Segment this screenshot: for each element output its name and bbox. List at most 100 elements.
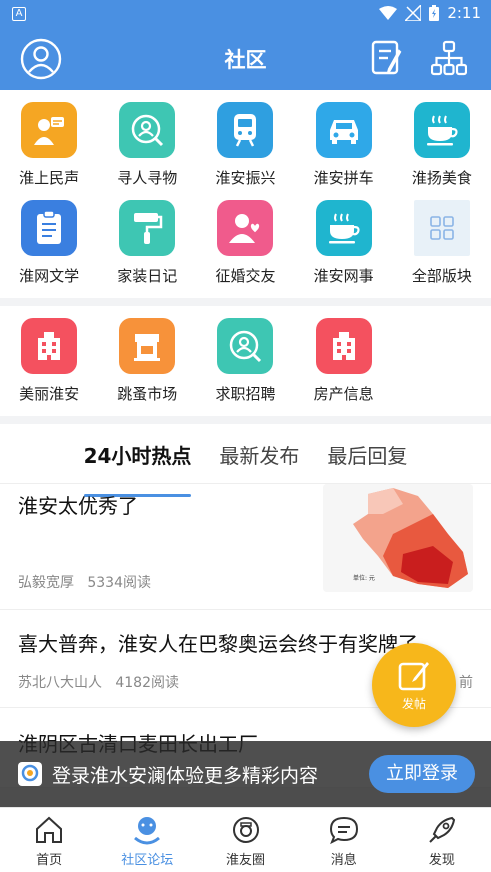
board-label: 淮安振兴 [215,169,276,187]
board-item[interactable]: 寻人寻物 [98,102,196,200]
shop-icon [119,318,176,374]
post-meta: 苏北八大山人 4182阅读 [18,672,179,692]
service-grid: 美丽淮安 跳蚤市场 求职招聘 房产信息 [0,306,491,416]
service-item[interactable]: 房产信息 [295,318,393,416]
login-button[interactable]: 立即登录 [369,755,475,793]
post-item[interactable]: 淮安太优秀了 弘毅宽厚 5334阅读 单位: 元 [0,484,491,610]
clipboard-icon [21,200,78,256]
board-item[interactable]: 家装日记 [98,200,196,298]
board-row-1: 淮上民声 寻人寻物 淮安振兴 淮安拼车 淮扬美食 [0,102,491,200]
compose-icon [398,661,429,690]
board-label: 征婚交友 [215,267,276,285]
service-label: 美丽淮安 [19,385,80,403]
app-notification-icon: A [12,7,26,21]
chat-bubble-icon [329,816,358,845]
service-item[interactable]: 美丽淮安 [0,318,98,416]
board-label: 淮上民声 [19,169,80,187]
nav-label: 社区论坛 [121,853,174,868]
nav-label: 淮友圈 [226,853,266,868]
section-divider [0,298,491,306]
nav-messages[interactable]: 消息 [295,808,393,872]
board-row-2: 淮网文学 家装日记 征婚交友 淮安网事 全部版块 [0,200,491,298]
rocket-icon [429,816,455,843]
status-time: 2:11 [447,4,481,22]
paint-roller-icon [119,200,176,256]
post-reads: 5334阅读 [87,575,151,591]
board-item[interactable]: 淮扬美食 [393,102,491,200]
grid-icon [413,200,470,256]
search-person-icon [119,102,176,158]
board-item[interactable]: 淮上民声 [0,102,98,200]
page-title: 社区 [224,48,267,72]
status-right: 2:11 [379,4,481,22]
feed-tabs: 24小时热点 最新发布 最后回复 [0,424,491,497]
board-item[interactable]: 淮安拼车 [295,102,393,200]
board-item[interactable]: 淮安网事 [295,200,393,298]
train-icon [217,102,274,158]
login-banner: 登录淮水安澜体验更多精彩内容 立即登录 [0,741,491,807]
section-divider [0,416,491,424]
post-thumbnail: 单位: 元 [323,484,473,592]
tab-latest[interactable]: 最新发布 [219,440,299,483]
post-time: 前 [459,675,473,691]
login-prompt-text: 登录淮水安澜体验更多精彩内容 [52,765,319,787]
board-item[interactable]: 淮网文学 [0,200,98,298]
nav-label: 消息 [330,853,357,868]
service-item[interactable]: 跳蚤市场 [98,318,196,416]
board-label: 淮安网事 [313,267,374,285]
nav-label: 首页 [36,853,63,868]
board-label: 淮扬美食 [411,169,472,187]
new-post-button[interactable]: 发帖 [372,643,456,727]
tab-last-reply[interactable]: 最后回复 [327,440,407,483]
post-title: 淮安太优秀了 [18,494,138,518]
service-label: 房产信息 [313,385,374,403]
car-icon [315,102,372,158]
board-item[interactable]: 征婚交友 [196,200,294,298]
coffee-cup-icon [413,102,470,158]
post-reads: 4182阅读 [115,675,179,691]
svg-text:单位: 元: 单位: 元 [353,574,375,582]
service-label: 跳蚤市场 [117,385,178,403]
nav-community[interactable]: 社区论坛 [98,808,196,872]
battery-charging-icon [429,5,440,21]
post-title: 喜大普奔，淮安人在巴黎奥运会终于有奖牌了 [18,632,418,656]
camera-circle-icon [232,817,259,843]
board-label: 寻人寻物 [117,169,178,187]
new-post-label: 发帖 [401,696,426,711]
heart-person-icon [217,200,274,256]
board-label: 全部版块 [411,267,472,285]
service-label: 求职招聘 [215,385,276,403]
board-item[interactable]: 淮安振兴 [196,102,294,200]
nav-label: 发现 [428,853,455,868]
app-logo-icon [18,762,42,786]
edit-note-icon[interactable] [371,40,405,76]
nav-discover[interactable]: 发现 [393,808,491,872]
building-icon [315,318,372,374]
board-label: 淮安拼车 [313,169,374,187]
sitemap-icon[interactable] [431,40,467,76]
post-author: 苏北八大山人 [18,675,102,691]
wifi-icon [379,6,398,20]
map-image: 单位: 元 [323,484,473,592]
board-label: 淮网文学 [19,267,80,285]
coffee-cup-icon [315,200,372,256]
board-label: 家装日记 [117,267,178,285]
board-item[interactable]: 全部版块 [393,200,491,298]
megaphone-person-icon [21,102,78,158]
tab-24h-hot[interactable]: 24小时热点 [83,440,191,497]
nav-friends-circle[interactable]: 淮友圈 [196,808,294,872]
search-person-icon [217,318,274,374]
top-header: 社区 [0,28,491,90]
service-item[interactable]: 求职招聘 [196,318,294,416]
status-bar: A 2:11 [0,0,491,28]
building-icon [21,318,78,374]
nav-home[interactable]: 首页 [0,808,98,872]
community-page: A 2:11 社区 淮上民声 寻人寻物 淮安振兴 淮安拼车 淮扬美食 淮网文学 … [0,0,491,872]
post-author: 弘毅宽厚 [18,575,74,591]
no-signal-icon [405,5,422,21]
home-icon [36,816,63,843]
community-icon [134,817,161,845]
board-grid: 淮上民声 寻人寻物 淮安振兴 淮安拼车 淮扬美食 淮网文学 家装日记 征婚交友 … [0,90,491,298]
post-meta: 弘毅宽厚 5334阅读 [18,572,151,592]
bottom-nav: 首页 社区论坛 淮友圈 消息 发现 [0,807,491,872]
